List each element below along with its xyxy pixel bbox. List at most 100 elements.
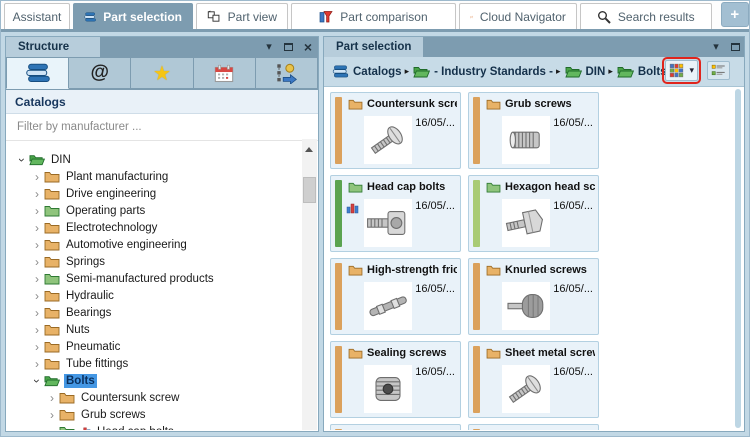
tree-expander-icon[interactable] xyxy=(30,323,44,337)
tree-item[interactable]: Drive engineering xyxy=(7,185,302,202)
tree-item[interactable]: Grub screws xyxy=(7,406,302,423)
tree-item-label: Nuts xyxy=(64,323,92,337)
list-view-button[interactable] xyxy=(707,61,730,80)
filter-row xyxy=(6,114,318,141)
tree-expander-icon[interactable] xyxy=(30,255,44,269)
category-color-bar xyxy=(473,97,480,164)
tab-part-comparison[interactable]: Part comparison xyxy=(291,3,456,29)
tree-expander-icon[interactable] xyxy=(30,170,44,184)
tree-expander-icon[interactable] xyxy=(30,340,44,354)
chart-icon xyxy=(79,426,92,430)
folder-open-icon xyxy=(617,65,634,78)
close-button[interactable]: × xyxy=(302,41,314,53)
part-tile[interactable]: Countersunk screws 16/05/... xyxy=(330,92,461,169)
tab-part-view[interactable]: Part view xyxy=(196,3,288,29)
tab-part-selection[interactable]: Part selection xyxy=(73,3,193,29)
tree-item[interactable]: Bearings xyxy=(7,304,302,321)
tree-expander-icon[interactable] xyxy=(15,153,29,167)
tree-expander-icon[interactable] xyxy=(30,187,44,201)
folder-icon xyxy=(348,264,363,276)
tree-item[interactable]: Plant manufacturing xyxy=(7,168,302,185)
tree-item[interactable]: Hydraulic xyxy=(7,287,302,304)
tree-item[interactable]: Automotive engineering xyxy=(7,236,302,253)
maximize-button[interactable] xyxy=(731,43,740,51)
breadcrumb-item[interactable]: DIN ▸ xyxy=(565,65,613,78)
toolbar-tab-history[interactable] xyxy=(194,57,256,89)
tree-item[interactable]: Bolts xyxy=(7,372,302,389)
panel-menu-button[interactable]: ▾ xyxy=(263,41,275,53)
tree-expander-icon[interactable] xyxy=(30,238,44,252)
structure-title-tab[interactable]: Structure xyxy=(6,37,100,57)
tab-search-results[interactable]: Search results xyxy=(580,3,712,29)
parts-scrollbar[interactable] xyxy=(735,89,741,428)
tree-item[interactable]: Semi-manufactured products xyxy=(7,270,302,287)
tree-item[interactable]: Electrotechnology xyxy=(7,219,302,236)
tree-item[interactable]: Springs xyxy=(7,253,302,270)
part-tile[interactable]: Knurled screws 16/05/... xyxy=(468,258,599,335)
tree-expander-icon[interactable] xyxy=(45,391,59,405)
tree-item-label: Pneumatic xyxy=(64,340,122,354)
chart-icon xyxy=(346,202,360,214)
tree-expander-icon[interactable] xyxy=(30,204,44,218)
part-date: 16/05/... xyxy=(415,200,455,212)
scrollbar-thumb[interactable] xyxy=(303,177,316,203)
catalog-tree: DIN Plant manufacturing Drive engineerin… xyxy=(7,139,302,430)
search-icon xyxy=(597,10,611,24)
tab-assistant[interactable]: Assistant xyxy=(4,3,70,29)
part-tile[interactable]: Head cap bolts 16/05/... xyxy=(330,175,461,252)
tree-expander-icon[interactable] xyxy=(30,374,44,388)
parts-title-tab[interactable]: Part selection xyxy=(324,37,423,57)
part-tile[interactable]: Grub screws 16/05/... xyxy=(468,92,599,169)
screw-image xyxy=(364,199,412,247)
part-date: 16/05/... xyxy=(553,200,593,212)
toolbar-tab-manufacturers[interactable]: @ xyxy=(69,57,131,89)
folder-open-icon xyxy=(413,65,430,78)
tab-cloud-navigator[interactable]: Cloud Navigator xyxy=(459,3,577,29)
category-color-bar xyxy=(473,429,480,430)
parts-tiles-area: Countersunk screws 16/05/... Grub screws… xyxy=(325,87,733,430)
part-date: 16/05/... xyxy=(415,366,455,378)
maximize-button[interactable] xyxy=(284,43,293,51)
tree-item[interactable]: Pneumatic xyxy=(7,338,302,355)
tree-item[interactable]: Head cap bolts xyxy=(7,423,302,430)
tree-item[interactable]: Nuts xyxy=(7,321,302,338)
folder-icon xyxy=(486,98,501,110)
breadcrumb-label: - Industry Standards - xyxy=(434,66,553,78)
tree-expander-icon[interactable] xyxy=(30,272,44,286)
folder-icon xyxy=(59,391,75,404)
tree-expander-icon[interactable] xyxy=(45,408,59,422)
tree-scrollbar[interactable] xyxy=(302,139,317,430)
tree-expander-icon[interactable] xyxy=(30,221,44,235)
part-tile[interactable]: Hexagon head screws 16/05/... xyxy=(468,175,599,252)
tree-item[interactable]: Operating parts xyxy=(7,202,302,219)
folder-icon xyxy=(44,187,60,200)
part-tile[interactable]: Sheet metal screws 16/05/... xyxy=(468,341,599,418)
part-tile-title: High-strength fric xyxy=(367,264,457,276)
part-tile[interactable]: High-strength fric 16/05/... xyxy=(330,258,461,335)
tree-expander-icon[interactable] xyxy=(30,306,44,320)
toolbar-tab-favorites[interactable]: ★ xyxy=(131,57,193,89)
panel-menu-button[interactable]: ▾ xyxy=(710,41,722,53)
part-tile[interactable]: Stud bolts 16/05/... xyxy=(468,424,599,430)
toolbar-tab-classification[interactable] xyxy=(256,57,318,89)
tree-expander-icon[interactable] xyxy=(45,425,59,431)
grid-view-button[interactable] xyxy=(669,63,684,78)
add-tab-button[interactable]: + xyxy=(721,2,749,27)
tree-item[interactable]: DIN xyxy=(7,151,302,168)
breadcrumb-item[interactable]: Catalogs ▸ xyxy=(332,65,409,78)
manufacturer-filter-input[interactable] xyxy=(15,120,300,134)
category-color-bar xyxy=(335,429,342,430)
breadcrumb-separator-icon: ▸ xyxy=(556,66,561,77)
tree-expander-icon[interactable] xyxy=(30,289,44,303)
part-tile[interactable]: Special bolts 16/05/... xyxy=(330,424,461,430)
screw-image xyxy=(364,282,412,330)
breadcrumb-label: Catalogs xyxy=(353,66,402,78)
tree-item[interactable]: Countersunk screw xyxy=(7,389,302,406)
part-tile[interactable]: Sealing screws 16/05/... xyxy=(330,341,461,418)
grid-view-dropdown[interactable]: ▾ xyxy=(689,65,694,76)
breadcrumb-item[interactable]: - Industry Standards - ▸ xyxy=(413,65,560,78)
scroll-up-icon[interactable] xyxy=(305,147,313,152)
tree-item[interactable]: Tube fittings xyxy=(7,355,302,372)
tree-expander-icon[interactable] xyxy=(30,357,44,371)
toolbar-tab-catalogs[interactable] xyxy=(6,57,69,89)
